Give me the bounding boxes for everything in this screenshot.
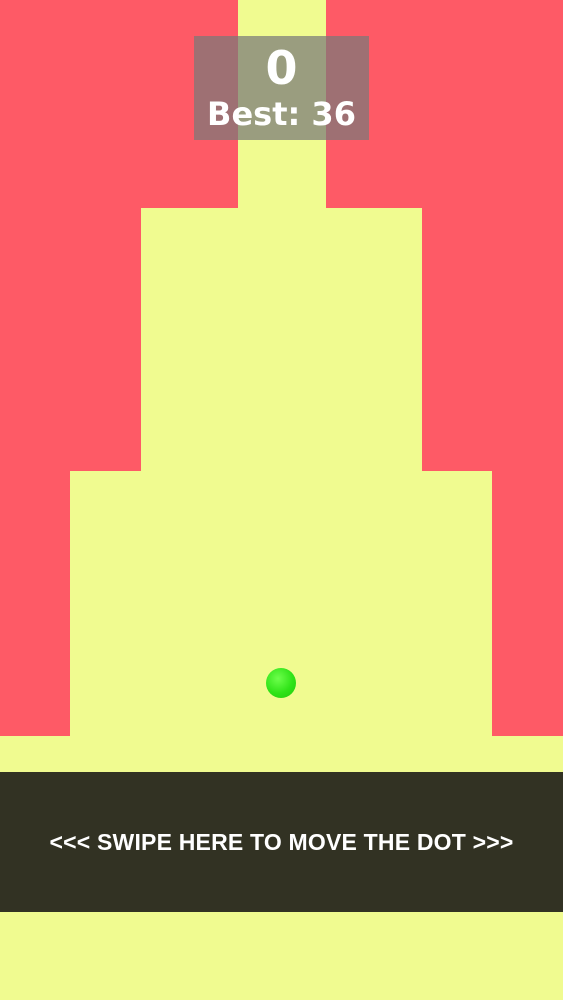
best-score: Best: 36 [207,95,356,133]
player-dot [266,668,296,698]
current-score: 0 [265,41,298,95]
scoreboard: 0 Best: 36 [194,36,369,140]
path-segment-lower [70,471,492,739]
swipe-control-area[interactable]: <<< SWIPE HERE TO MOVE THE DOT >>> [0,772,563,912]
game-screen: 0 Best: 36 <<< SWIPE HERE TO MOVE THE DO… [0,0,563,1000]
path-segment-middle [141,208,422,474]
swipe-instruction: <<< SWIPE HERE TO MOVE THE DOT >>> [49,828,514,855]
